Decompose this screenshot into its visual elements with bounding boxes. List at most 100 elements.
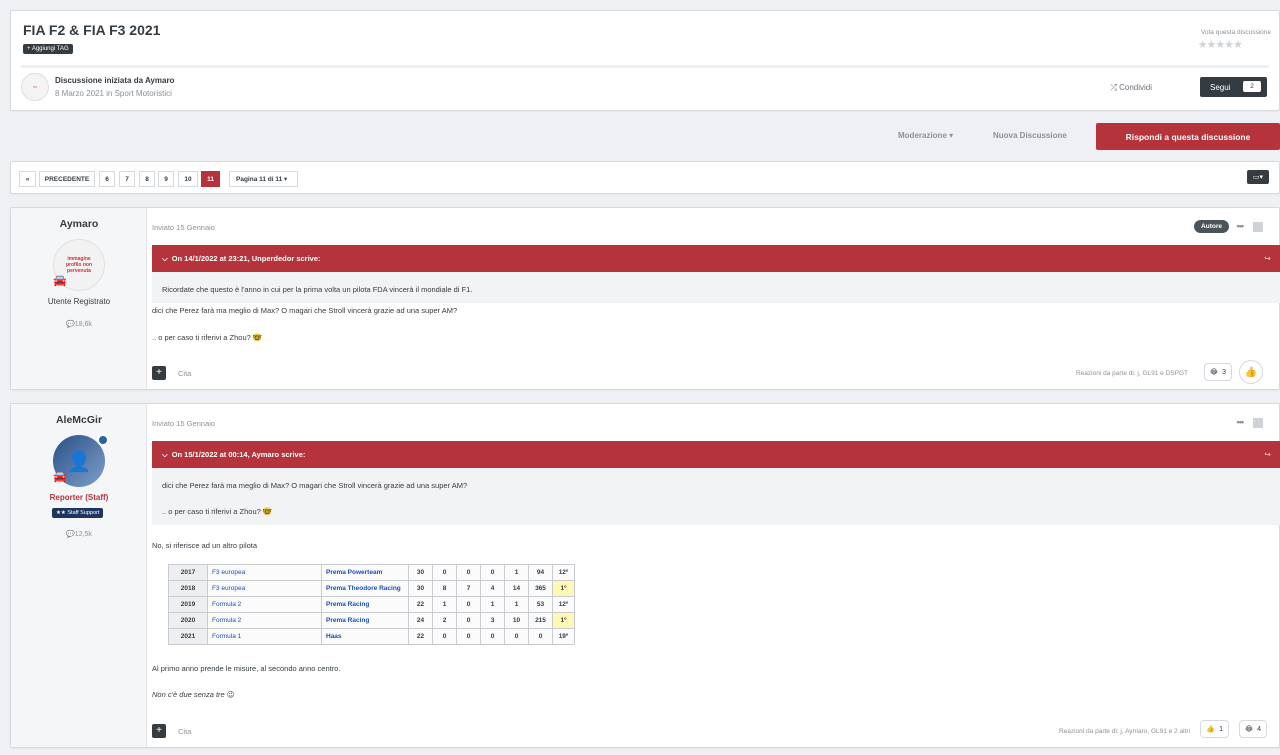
- add-tag-button[interactable]: + Aggiungi TAG: [23, 44, 73, 54]
- reply-button[interactable]: Rispondi a questa discussione: [1096, 123, 1280, 150]
- post-count: 💬18,6k: [11, 320, 147, 328]
- author-panel: AleMcGir 👤 🚘 Reporter (Staff) ★★ Staff S…: [11, 404, 147, 747]
- table-cell: 24: [408, 612, 433, 629]
- post-text: dici che Perez farà ma meglio di Max? O …: [152, 306, 458, 315]
- table-cell-position: 1º: [552, 612, 575, 629]
- page-title: FIA F2 & FIA F3 2021: [23, 22, 161, 38]
- table-cell: 2: [432, 612, 457, 629]
- table-cell: 1: [504, 596, 529, 613]
- author-name[interactable]: Aymaro: [11, 218, 147, 230]
- post-date[interactable]: Inviato 15 Gennaio: [152, 223, 215, 232]
- post-date[interactable]: Inviato 15 Gennaio: [152, 419, 215, 428]
- cite-plus-icon[interactable]: +: [152, 366, 166, 380]
- react-button[interactable]: 👍: [1239, 360, 1263, 384]
- select-checkbox[interactable]: [1253, 418, 1263, 428]
- starter-avatar[interactable]: ▪▪▪: [21, 73, 49, 101]
- more-options-icon[interactable]: •••: [1237, 417, 1245, 427]
- quote-header[interactable]: ⌵ On 15/1/2022 at 00:14, Aymaro scrive: …: [152, 441, 1280, 468]
- car-icon: 🚘: [53, 471, 67, 483]
- share-quote-icon[interactable]: ↪: [1264, 254, 1271, 263]
- quote-header[interactable]: ⌵ On 14/1/2022 at 23:21, Unperdedor scri…: [152, 245, 1280, 272]
- moderation-menu[interactable]: Moderazione ▾: [898, 131, 953, 140]
- post-count-value: 12,5k: [74, 531, 92, 538]
- view-toggle-icon[interactable]: ▭▾: [1247, 170, 1269, 184]
- avatar-photo: 👤: [66, 450, 92, 473]
- page-link[interactable]: 7: [119, 171, 135, 187]
- table-cell-series[interactable]: Formula 2: [207, 596, 322, 613]
- table-cell: 30: [408, 564, 433, 581]
- more-options-icon[interactable]: •••: [1237, 221, 1245, 231]
- post-count-value: 18,6k: [74, 321, 92, 328]
- table-cell: 53: [528, 596, 553, 613]
- new-discussion-button[interactable]: Nuova Discussione: [993, 131, 1067, 140]
- follow-button[interactable]: Segui 2: [1200, 77, 1267, 97]
- table-cell: 0: [480, 564, 505, 581]
- table-cell-team[interactable]: Prema Theodore Racing: [321, 580, 409, 597]
- table-cell: 7: [456, 580, 481, 597]
- follow-count: 2: [1243, 81, 1261, 92]
- reaction-badge[interactable]: 😂 3: [1203, 363, 1232, 381]
- post-text: Al primo anno prende le misure, al secon…: [152, 664, 341, 673]
- reactions-label[interactable]: Reazioni da parte di: j, Aymaro, GL91 e …: [1059, 728, 1190, 735]
- table-cell: 0: [456, 564, 481, 581]
- table-cell-year: 2018: [168, 580, 208, 597]
- table-cell-series[interactable]: F3 europea: [207, 564, 322, 581]
- table-cell: 0: [432, 628, 457, 645]
- table-cell: 0: [456, 612, 481, 629]
- page-select[interactable]: Pagina 11 di 11 ▾: [229, 171, 298, 187]
- table-cell-series[interactable]: F3 europea: [207, 580, 322, 597]
- pagination-bar: « PRECEDENTE 6 7 8 9 10 11 Pagina 11 di …: [10, 161, 1280, 194]
- rating-stars[interactable]: ★★★★★: [1198, 38, 1243, 51]
- post: Aymaro immagine profilo non pervenuta 🚘 …: [10, 207, 1280, 390]
- cite-plus-icon[interactable]: +: [152, 724, 166, 738]
- page-link[interactable]: 8: [139, 171, 155, 187]
- reaction-badge[interactable]: 👍 1: [1200, 720, 1229, 738]
- author-group: Reporter (Staff): [49, 493, 109, 502]
- thumbs-up-icon: 👍: [1206, 726, 1216, 733]
- author-name[interactable]: AleMcGir: [11, 414, 147, 426]
- table-row: 2021 Formula 1 Haas 22 0 0 0 0 0 19º: [168, 628, 575, 645]
- table-cell-series[interactable]: Formula 2: [207, 612, 322, 629]
- quote-block: ⌵ On 14/1/2022 at 23:21, Unperdedor scri…: [152, 245, 1280, 303]
- select-checkbox[interactable]: [1253, 222, 1263, 232]
- table-cell: 0: [504, 628, 529, 645]
- car-icon: 🚘: [53, 275, 67, 287]
- follow-label: Segui: [1210, 82, 1231, 92]
- page-link-active[interactable]: 11: [201, 171, 220, 187]
- table-cell-series[interactable]: Formula 1: [207, 628, 322, 645]
- page-link[interactable]: 10: [178, 171, 198, 187]
- quote-body: Ricordate che questo è l'anno in cui per…: [152, 272, 1280, 307]
- table-cell-team[interactable]: Prema Powerteam: [321, 564, 409, 581]
- table-cell-year: 2019: [168, 596, 208, 613]
- table-cell-team[interactable]: Prema Racing: [321, 612, 409, 629]
- table-cell-position: 12º: [552, 596, 575, 613]
- share-quote-icon[interactable]: ↪: [1264, 450, 1271, 459]
- table-cell-team[interactable]: Haas: [321, 628, 409, 645]
- started-by[interactable]: Discussione iniziata da Aymaro: [55, 76, 174, 85]
- table-cell: 0: [480, 628, 505, 645]
- reaction-badge[interactable]: 😂 4: [1238, 720, 1267, 738]
- table-row: 2019 Formula 2 Prema Racing 22 1 0 1 1 53 12º: [168, 596, 575, 613]
- post-text: .. o per caso ti riferivi a Zhou? 🤓: [152, 333, 263, 342]
- table-cell-year: 2021: [168, 628, 208, 645]
- share-icon: ⤮: [1110, 83, 1120, 92]
- page-link[interactable]: 6: [99, 171, 115, 187]
- table-cell: 1: [480, 596, 505, 613]
- chevron-down-icon: ⌵: [162, 449, 168, 459]
- cite-label[interactable]: Cita: [178, 727, 191, 736]
- table-cell-year: 2017: [168, 564, 208, 581]
- quote-block: ⌵ On 15/1/2022 at 00:14, Aymaro scrive: …: [152, 441, 1280, 525]
- table-cell-team[interactable]: Prema Racing: [321, 596, 409, 613]
- table-cell-position: 1º: [552, 580, 575, 597]
- results-table: 2017 F3 europea Prema Powerteam 30 0 0 0 1 94 12º…: [168, 564, 575, 645]
- cite-label[interactable]: Cita: [178, 369, 191, 378]
- table-cell: 0: [432, 564, 457, 581]
- quote-line: dici che Perez farà ma meglio di Max? O …: [162, 481, 468, 490]
- page-link[interactable]: 9: [158, 171, 174, 187]
- prev-page-button[interactable]: PRECEDENTE: [39, 171, 95, 187]
- share-button[interactable]: ⤮ Condividi: [1110, 83, 1152, 93]
- avatar-placeholder: ▪▪▪: [33, 85, 37, 89]
- first-page-button[interactable]: «: [19, 171, 36, 187]
- reactions-label[interactable]: Reazioni da parte di: j, GL91 e DSPGT: [1076, 370, 1188, 377]
